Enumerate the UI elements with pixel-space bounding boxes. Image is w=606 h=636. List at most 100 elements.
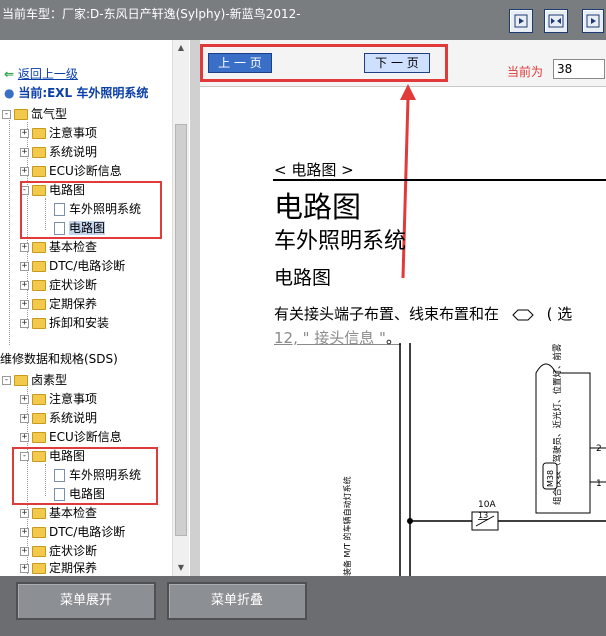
- collapse-menu-button[interactable]: 菜单折叠: [167, 582, 307, 620]
- expand-icon[interactable]: +: [20, 433, 29, 442]
- expand-icon[interactable]: +: [20, 281, 29, 290]
- title-bar: 当前车型：厂家:D-东风日产轩逸(Sylphy)-新蓝鸟2012-: [0, 0, 606, 40]
- tree-item-halogen[interactable]: - 卤素型: [2, 371, 67, 390]
- expand-arrows-icon: [548, 14, 564, 28]
- tree-label: 氙气型: [31, 107, 68, 121]
- tree-item[interactable]: + 注意事项: [20, 124, 97, 143]
- back-arrow-icon: ⇐: [4, 67, 15, 81]
- doc-paragraph-tail: ( 选: [546, 305, 573, 323]
- tree-label: 维修数据和规格(SDS): [0, 352, 118, 366]
- tree-item[interactable]: + 定期保养: [20, 295, 97, 314]
- folder-icon: [32, 527, 46, 538]
- back-link-label[interactable]: 返回上一级: [18, 67, 78, 81]
- tree-item[interactable]: + ECU诊断信息: [20, 162, 122, 181]
- pin-label: 2: [596, 444, 602, 454]
- fuse-label: 10A: [478, 500, 496, 510]
- tree-label: DTC/电路诊断: [49, 525, 126, 539]
- bottom-bar: 菜单展开 菜单折叠: [0, 576, 606, 636]
- tree-item[interactable]: + 系统说明: [20, 409, 97, 428]
- expand-icon[interactable]: +: [20, 547, 29, 556]
- scroll-down-icon[interactable]: ▼: [173, 560, 189, 576]
- doc-section-heading: 电路图: [274, 267, 332, 289]
- tree-label: 注意事项: [49, 126, 98, 140]
- tree-item[interactable]: + DTC/电路诊断: [20, 523, 125, 542]
- sidebar-tree: ⇐ 返回上一级 ● 当前:EXL 车外照明系统 - 氙气型 + 注意事项 + 系统说明…: [0, 40, 190, 576]
- expand-icon[interactable]: +: [20, 319, 29, 328]
- folder-open-icon: [14, 109, 28, 120]
- expand-icon[interactable]: +: [20, 564, 29, 573]
- collapse-icon[interactable]: -: [2, 110, 11, 119]
- tree-label: ECU诊断信息: [49, 430, 122, 444]
- scroll-thumb[interactable]: [175, 124, 187, 536]
- tree-label: 症状诊断: [49, 544, 98, 558]
- expand-menu-label: 菜单展开: [59, 593, 112, 608]
- fuse-number: 13: [478, 511, 488, 520]
- section-crumb: < 电路图 >: [274, 161, 354, 179]
- tree-item[interactable]: + ECU诊断信息: [20, 428, 122, 447]
- tree-item[interactable]: + 系统说明: [20, 143, 97, 162]
- collapse-icon[interactable]: -: [2, 376, 11, 385]
- toolbar-next-button[interactable]: [582, 9, 604, 33]
- expand-icon[interactable]: +: [20, 243, 29, 252]
- folder-icon: [32, 242, 46, 253]
- doc-paragraph-text: 有关接头端子布置、线束布置和在: [274, 305, 500, 323]
- tree-item[interactable]: + 注意事项: [20, 390, 97, 409]
- tree-label: 定期保养: [49, 297, 98, 311]
- tree-item[interactable]: + 基本检查: [20, 504, 97, 523]
- tree-item[interactable]: + DTC/电路诊断: [20, 257, 125, 276]
- expand-icon[interactable]: +: [20, 300, 29, 309]
- expand-icon[interactable]: +: [20, 395, 29, 404]
- tree-label: 定期保养: [49, 561, 98, 575]
- tree-item-sds[interactable]: 维修数据和规格(SDS): [0, 350, 118, 369]
- toolbar-expand-button[interactable]: [544, 9, 568, 33]
- folder-icon: [32, 563, 46, 574]
- expand-icon[interactable]: +: [20, 148, 29, 157]
- tree-label: 基本检查: [49, 506, 98, 520]
- folder-icon: [32, 128, 46, 139]
- current-node: ● 当前:EXL 车外照明系统: [4, 84, 148, 103]
- tree-label: 症状诊断: [49, 278, 98, 292]
- folder-icon: [32, 508, 46, 519]
- sidebar-scrollbar[interactable]: ▲ ▼: [172, 40, 189, 576]
- pin-label: 1: [596, 479, 602, 489]
- content-pane: 上 一 页 下 一 页 当前为 < 电路图 > 电路图 车外照明系统 电路图 有…: [200, 40, 606, 576]
- expand-icon[interactable]: +: [20, 262, 29, 271]
- highlight-box: [20, 181, 162, 239]
- folder-icon: [32, 299, 46, 310]
- toolbar-right-button[interactable]: [509, 9, 533, 33]
- expand-icon[interactable]: +: [20, 167, 29, 176]
- expand-icon[interactable]: +: [20, 509, 29, 518]
- folder-icon: [32, 147, 46, 158]
- expand-icon[interactable]: +: [20, 528, 29, 537]
- folder-icon: [32, 394, 46, 405]
- tree-label: 系统说明: [49, 145, 98, 159]
- component-outline: [535, 363, 591, 514]
- tree-label: 注意事项: [49, 392, 98, 406]
- tree-label: 基本检查: [49, 240, 98, 254]
- diagram-note: 装备 M/T 的车辆自动灯系统: [342, 476, 352, 576]
- current-node-label: 当前:EXL 车外照明系统: [18, 86, 149, 100]
- connector-oval-icon: [512, 309, 534, 320]
- tree-item[interactable]: + 基本检查: [20, 238, 97, 257]
- folder-open-icon: [14, 375, 28, 386]
- folder-icon: [32, 413, 46, 424]
- window-title: 当前车型：厂家:D-东风日产轩逸(Sylphy)-新蓝鸟2012-: [2, 7, 301, 21]
- tree-item[interactable]: + 拆卸和安装: [20, 314, 109, 333]
- expand-menu-button[interactable]: 菜单展开: [16, 582, 156, 620]
- expand-icon[interactable]: +: [20, 129, 29, 138]
- tree-item[interactable]: + 症状诊断: [20, 276, 97, 295]
- tree-item-xenon[interactable]: - 氙气型: [2, 105, 67, 124]
- tree-line: [9, 115, 10, 345]
- document-area: < 电路图 > 电路图 车外照明系统 电路图 有关接头端子布置、线束布置和在 (…: [200, 87, 606, 576]
- back-link[interactable]: ⇐ 返回上一级: [4, 65, 78, 84]
- pane-splitter[interactable]: [190, 40, 200, 576]
- scroll-up-icon[interactable]: ▲: [173, 40, 189, 56]
- doc-subtitle: 车外照明系统: [274, 229, 407, 254]
- tree-item[interactable]: + 定期保养: [20, 559, 97, 576]
- folder-icon: [32, 166, 46, 177]
- folder-icon: [32, 280, 46, 291]
- expand-icon[interactable]: +: [20, 414, 29, 423]
- highlight-box: [12, 447, 158, 505]
- tree-label: ECU诊断信息: [49, 164, 122, 178]
- right-arrow-icon: [586, 14, 600, 28]
